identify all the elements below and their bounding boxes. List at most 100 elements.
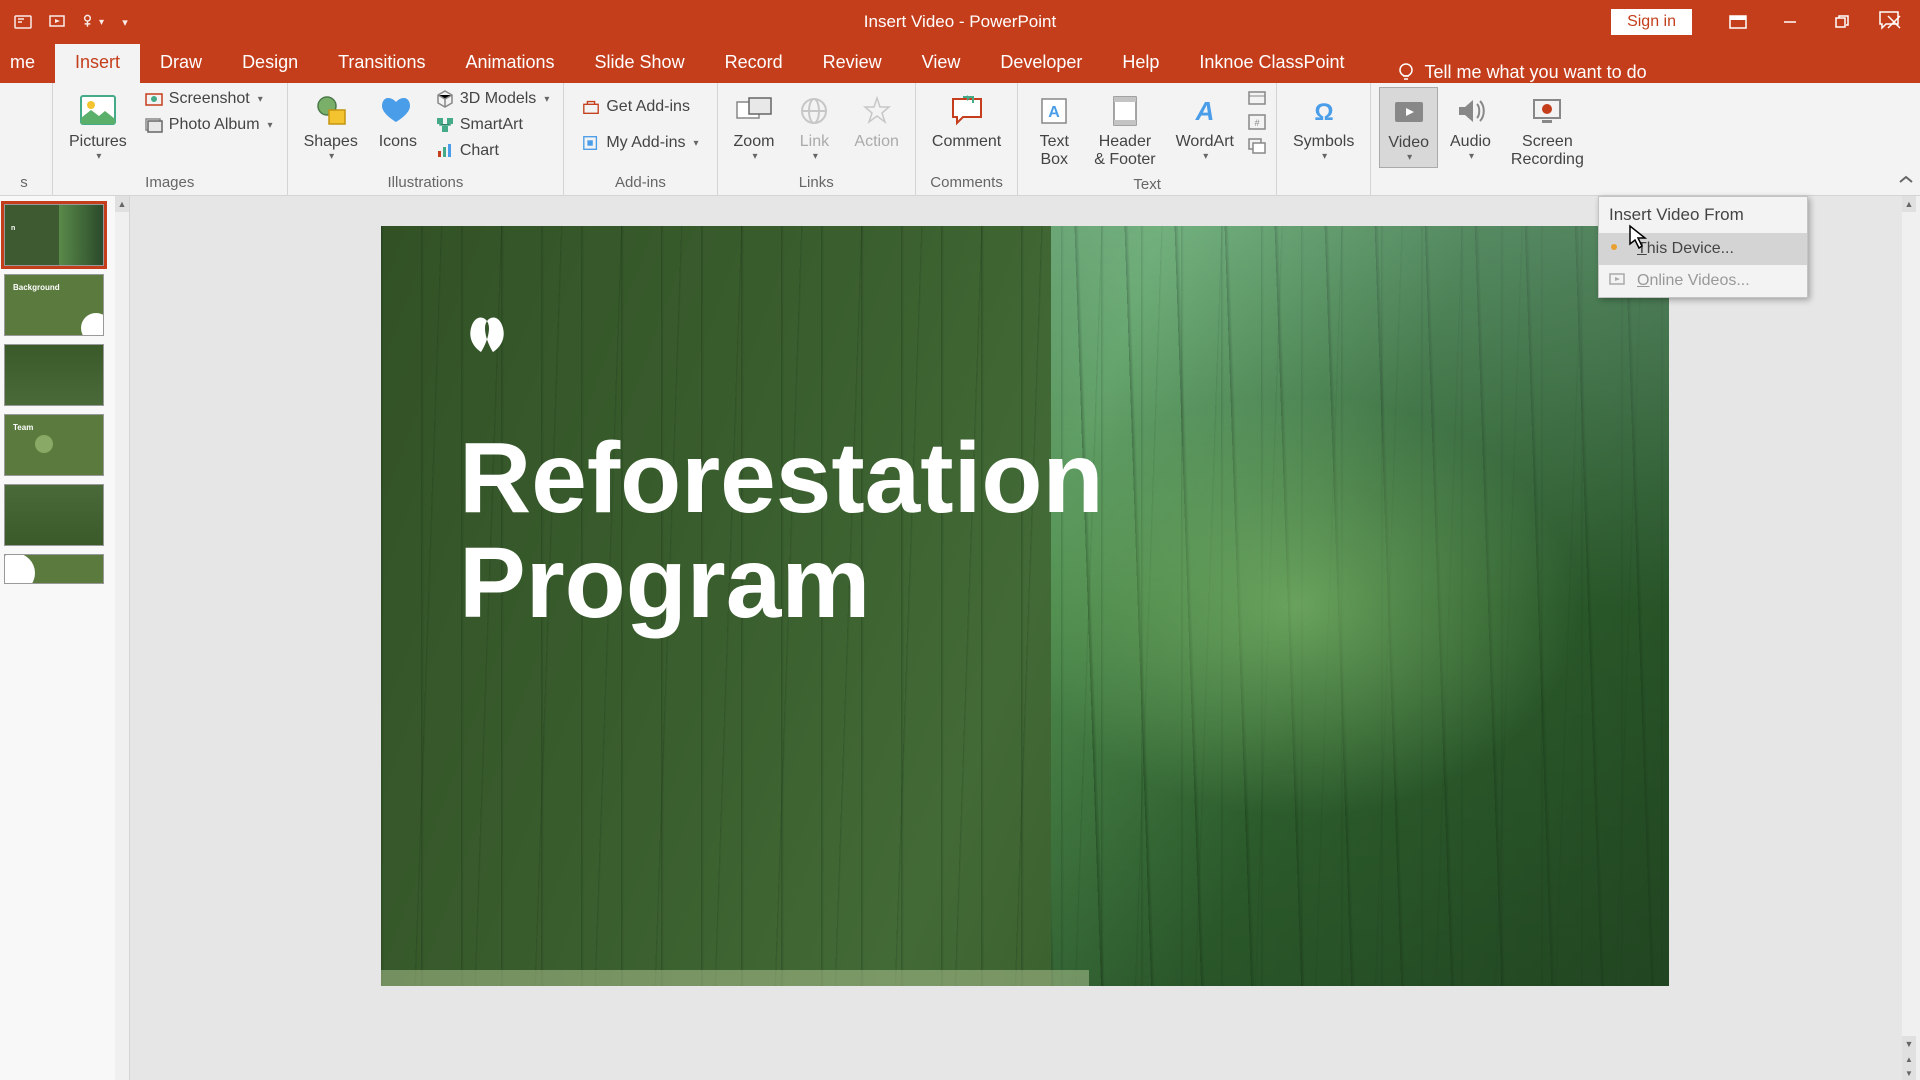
tab-classpoint[interactable]: Inknoe ClassPoint [1179,42,1364,83]
object-button[interactable] [1246,135,1268,157]
date-time-button[interactable] [1246,87,1268,109]
online-videos-item[interactable]: Online Videos... [1599,265,1807,297]
sign-in-button[interactable]: Sign in [1611,9,1692,35]
pictures-icon [78,91,118,131]
qat-customize-button[interactable]: ▾ [112,9,138,35]
slide-thumbnail-2[interactable]: Background [4,274,104,336]
group-illustrations: Shapes ▾ Icons 3D Models▾ SmartArt Char [288,83,565,195]
tab-record[interactable]: Record [705,42,803,83]
tab-insert[interactable]: Insert [55,42,140,83]
tab-design[interactable]: Design [222,42,318,83]
slide-thumbnail-1[interactable]: n [4,204,104,266]
photo-album-icon [145,116,163,134]
chevron-down-icon: ▾ [96,151,101,162]
tab-draw[interactable]: Draw [140,42,222,83]
tell-me-search[interactable]: Tell me what you want to do [1395,61,1647,83]
touch-mode-button[interactable]: ▾ [78,9,104,35]
get-addins-button[interactable]: Get Add-ins [576,95,704,119]
slide-canvas[interactable]: Reforestation Program [381,226,1669,986]
group-text-label: Text [1026,174,1268,197]
minimize-button[interactable] [1764,0,1816,44]
header-footer-icon [1105,91,1145,131]
slide-canvas-area: Reforestation Program ▲ ▼ ▲ ▼ [130,196,1920,1080]
slide-title-text[interactable]: Reforestation Program [459,426,1104,636]
addins-icon [582,134,600,152]
chart-icon [436,142,454,160]
tab-animations[interactable]: Animations [445,42,574,83]
symbols-button[interactable]: Ω Symbols ▾ [1285,87,1362,166]
date-time-icon [1248,89,1266,107]
slide-thumbnail-3[interactable] [4,344,104,406]
tab-transitions[interactable]: Transitions [318,42,445,83]
slide-thumbnail-6[interactable] [4,554,104,584]
symbols-icon: Ω [1304,91,1344,131]
object-icon [1248,137,1266,155]
this-device-item[interactable]: This Device... [1599,233,1807,265]
pictures-button[interactable]: Pictures ▾ [61,87,135,166]
workspace: n Background Team ▲ Reforestation Progra… [0,196,1920,1080]
wordart-button[interactable]: A WordArt ▾ [1168,87,1242,166]
slide-thumbnail-4[interactable]: Team [4,414,104,476]
screen-recording-button[interactable]: Screen Recording [1503,87,1592,174]
video-button[interactable]: Video ▾ [1379,87,1438,168]
zoom-button[interactable]: Zoom ▾ [726,87,783,166]
audio-button[interactable]: Audio ▾ [1442,87,1499,166]
tab-review[interactable]: Review [803,42,902,83]
maximize-button[interactable] [1816,0,1868,44]
smartart-icon [436,116,454,134]
group-symbols-label [1285,172,1362,195]
svg-text:A: A [1194,96,1214,126]
scroll-up-button[interactable]: ▲ [115,196,129,212]
comment-button[interactable]: Comment [924,87,1009,155]
ribbon-body: s Pictures ▾ Screenshot▾ Photo Album▾ Im… [0,83,1920,196]
canvas-scroll-down[interactable]: ▼ [1902,1036,1916,1052]
tab-view[interactable]: View [902,42,981,83]
canvas-scrollbar[interactable]: ▲ ▼ ▲ ▼ [1902,196,1920,1080]
store-icon [582,98,600,116]
shapes-icon [311,91,351,131]
group-addins: Get Add-ins My Add-ins▾ Add-ins [564,83,717,195]
thumbnail-scrollbar[interactable]: ▲ [115,196,129,1080]
screen-recording-icon [1527,91,1567,131]
autosave-button[interactable] [10,9,36,35]
slideshow-button[interactable] [44,9,70,35]
canvas-prev-slide[interactable]: ▲ [1902,1052,1916,1066]
tell-me-label: Tell me what you want to do [1425,62,1647,83]
group-addins-label: Add-ins [572,172,708,195]
link-button[interactable]: Link ▾ [786,87,842,166]
text-box-icon: A [1034,91,1074,131]
action-button[interactable]: Action [846,87,906,155]
slide-thumbnail-5[interactable] [4,484,104,546]
tab-developer[interactable]: Developer [980,42,1102,83]
tab-help[interactable]: Help [1102,42,1179,83]
screenshot-button[interactable]: Screenshot▾ [139,87,279,111]
tab-file-edge[interactable]: me [2,42,55,83]
leaf-logo-icon [459,308,515,356]
audio-icon [1450,91,1490,131]
lightbulb-icon [1395,61,1417,83]
3d-models-button[interactable]: 3D Models▾ [430,87,556,111]
smartart-button[interactable]: SmartArt [430,113,556,137]
svg-text:Ω: Ω [1314,99,1333,126]
wordart-icon: A [1185,91,1225,131]
canvas-next-slide[interactable]: ▼ [1902,1066,1916,1080]
header-footer-button[interactable]: Header & Footer [1086,87,1163,174]
tab-slideshow[interactable]: Slide Show [575,42,705,83]
cube-icon [436,90,454,108]
chart-button[interactable]: Chart [430,139,556,163]
photo-album-button[interactable]: Photo Album▾ [139,113,279,137]
screenshot-icon [145,90,163,108]
new-slide-partial[interactable] [2,87,46,135]
slide-number-button[interactable]: # [1246,111,1268,133]
my-addins-button[interactable]: My Add-ins▾ [576,131,704,155]
comments-pane-button[interactable] [1878,10,1900,35]
canvas-scroll-up[interactable]: ▲ [1902,196,1916,212]
group-comments: Comment Comments [916,83,1018,195]
ribbon-display-button[interactable] [1712,0,1764,44]
text-box-button[interactable]: A Text Box [1026,87,1082,174]
icons-button[interactable]: Icons [370,87,426,155]
dropdown-header: Insert Video From [1599,197,1807,233]
collapse-ribbon-button[interactable] [1898,173,1914,191]
shapes-button[interactable]: Shapes ▾ [296,87,366,166]
slide-accent-bar [381,970,1089,986]
